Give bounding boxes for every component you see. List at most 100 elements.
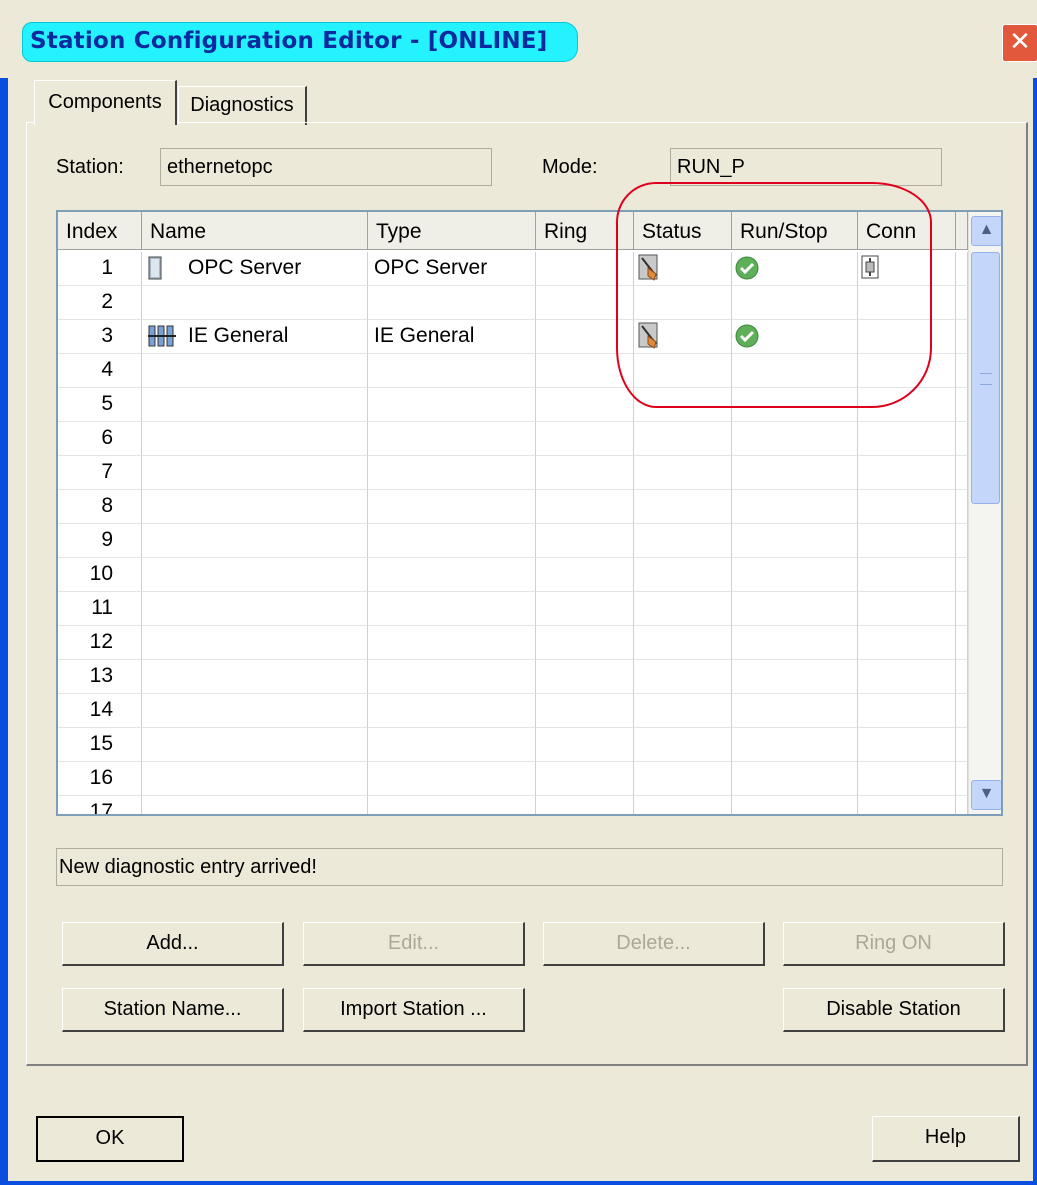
cell-name bbox=[142, 762, 368, 796]
mode-field: RUN_P bbox=[670, 148, 942, 186]
cell-conn bbox=[858, 694, 956, 728]
cell-index: 10 bbox=[58, 558, 142, 592]
cell-ring bbox=[536, 694, 634, 728]
cell-status bbox=[634, 252, 732, 286]
edit-button[interactable]: Edit... bbox=[303, 922, 525, 966]
cell-name bbox=[142, 660, 368, 694]
window-title: Station Configuration Editor - [ONLINE] bbox=[30, 28, 548, 54]
cell-status bbox=[634, 490, 732, 524]
cell-status bbox=[634, 286, 732, 320]
cell-filler bbox=[956, 456, 968, 490]
components-grid[interactable]: Index Name Type Ring Status Run/Stop Con… bbox=[56, 210, 1003, 816]
col-header-index[interactable]: Index bbox=[58, 212, 142, 250]
table-row[interactable]: 13 bbox=[58, 660, 968, 694]
cell-ring bbox=[536, 456, 634, 490]
cell-conn bbox=[858, 320, 956, 354]
cell-name bbox=[142, 388, 368, 422]
cell-type bbox=[368, 354, 536, 388]
col-header-status[interactable]: Status bbox=[634, 212, 732, 250]
cell-ring bbox=[536, 762, 634, 796]
table-row[interactable]: 10 bbox=[58, 558, 968, 592]
disable-station-button[interactable]: Disable Station bbox=[783, 988, 1005, 1032]
cell-name bbox=[142, 626, 368, 660]
cell-run-stop bbox=[732, 354, 858, 388]
delete-button[interactable]: Delete... bbox=[543, 922, 765, 966]
table-row[interactable]: 1 OPC Server OPC Server bbox=[58, 252, 968, 286]
col-header-filler bbox=[956, 212, 968, 250]
col-header-ring[interactable]: Ring bbox=[536, 212, 634, 250]
cell-ring bbox=[536, 422, 634, 456]
table-row[interactable]: 2 bbox=[58, 286, 968, 320]
cell-type bbox=[368, 796, 536, 814]
cell-index: 13 bbox=[58, 660, 142, 694]
cell-index: 5 bbox=[58, 388, 142, 422]
scroll-up-icon[interactable]: ▲ bbox=[971, 216, 1001, 246]
cell-index: 3 bbox=[58, 320, 142, 354]
table-row[interactable]: 7 bbox=[58, 456, 968, 490]
cell-run-stop bbox=[732, 490, 858, 524]
table-row[interactable]: 6 bbox=[58, 422, 968, 456]
cell-type bbox=[368, 388, 536, 422]
col-header-name[interactable]: Name bbox=[142, 212, 368, 250]
col-header-conn[interactable]: Conn bbox=[858, 212, 956, 250]
cell-filler bbox=[956, 354, 968, 388]
cell-name bbox=[142, 694, 368, 728]
cell-type bbox=[368, 422, 536, 456]
cell-status bbox=[634, 456, 732, 490]
status-message: New diagnostic entry arrived! bbox=[56, 848, 1003, 886]
help-button[interactable]: Help bbox=[872, 1116, 1020, 1162]
cell-index: 14 bbox=[58, 694, 142, 728]
cell-status bbox=[634, 660, 732, 694]
cell-ring bbox=[536, 524, 634, 558]
table-row[interactable]: 15 bbox=[58, 728, 968, 762]
scroll-down-icon[interactable]: ▼ bbox=[971, 780, 1001, 810]
cell-index: 1 bbox=[58, 252, 142, 286]
col-header-run-stop[interactable]: Run/Stop bbox=[732, 212, 858, 250]
table-row[interactable]: 16 bbox=[58, 762, 968, 796]
cell-run-stop bbox=[732, 694, 858, 728]
cell-index: 11 bbox=[58, 592, 142, 626]
col-header-type[interactable]: Type bbox=[368, 212, 536, 250]
table-row[interactable]: 3 IE General IE General bbox=[58, 320, 968, 354]
cell-conn bbox=[858, 728, 956, 762]
cell-index: 7 bbox=[58, 456, 142, 490]
cell-status bbox=[634, 592, 732, 626]
title-bar[interactable]: Station Configuration Editor - [ONLINE] … bbox=[0, 0, 1037, 78]
tab-components[interactable]: Components bbox=[34, 80, 177, 125]
tab-diagnostics[interactable]: Diagnostics bbox=[178, 86, 307, 125]
ok-button[interactable]: OK bbox=[36, 1116, 184, 1162]
cell-filler bbox=[956, 490, 968, 524]
cell-name bbox=[142, 524, 368, 558]
table-row[interactable]: 11 bbox=[58, 592, 968, 626]
table-row[interactable]: 4 bbox=[58, 354, 968, 388]
table-row[interactable]: 12 bbox=[58, 626, 968, 660]
cell-ring bbox=[536, 388, 634, 422]
scroll-thumb[interactable] bbox=[971, 252, 1000, 504]
cell-status bbox=[634, 626, 732, 660]
cell-conn bbox=[858, 286, 956, 320]
cell-run-stop bbox=[732, 592, 858, 626]
close-icon[interactable]: ✕ bbox=[1002, 24, 1037, 62]
cell-name: OPC Server bbox=[142, 252, 368, 286]
grid-scrollbar[interactable]: ▲ ▼ bbox=[968, 212, 1001, 814]
table-row[interactable]: 17 bbox=[58, 796, 968, 814]
table-row[interactable]: 5 bbox=[58, 388, 968, 422]
table-row[interactable]: 9 bbox=[58, 524, 968, 558]
run-check-icon bbox=[734, 255, 760, 285]
cell-ring bbox=[536, 660, 634, 694]
cell-type bbox=[368, 694, 536, 728]
ring-on-button[interactable]: Ring ON bbox=[783, 922, 1005, 966]
add-button[interactable]: Add... bbox=[62, 922, 284, 966]
table-row[interactable]: 8 bbox=[58, 490, 968, 524]
cell-index: 16 bbox=[58, 762, 142, 796]
cell-type bbox=[368, 660, 536, 694]
cell-type bbox=[368, 728, 536, 762]
cell-ring bbox=[536, 252, 634, 286]
cell-type bbox=[368, 456, 536, 490]
station-name-button[interactable]: Station Name... bbox=[62, 988, 284, 1032]
window-frame-right bbox=[1033, 0, 1037, 1185]
cell-type bbox=[368, 286, 536, 320]
table-row[interactable]: 14 bbox=[58, 694, 968, 728]
status-icon bbox=[638, 254, 662, 285]
import-station-button[interactable]: Import Station ... bbox=[303, 988, 525, 1032]
